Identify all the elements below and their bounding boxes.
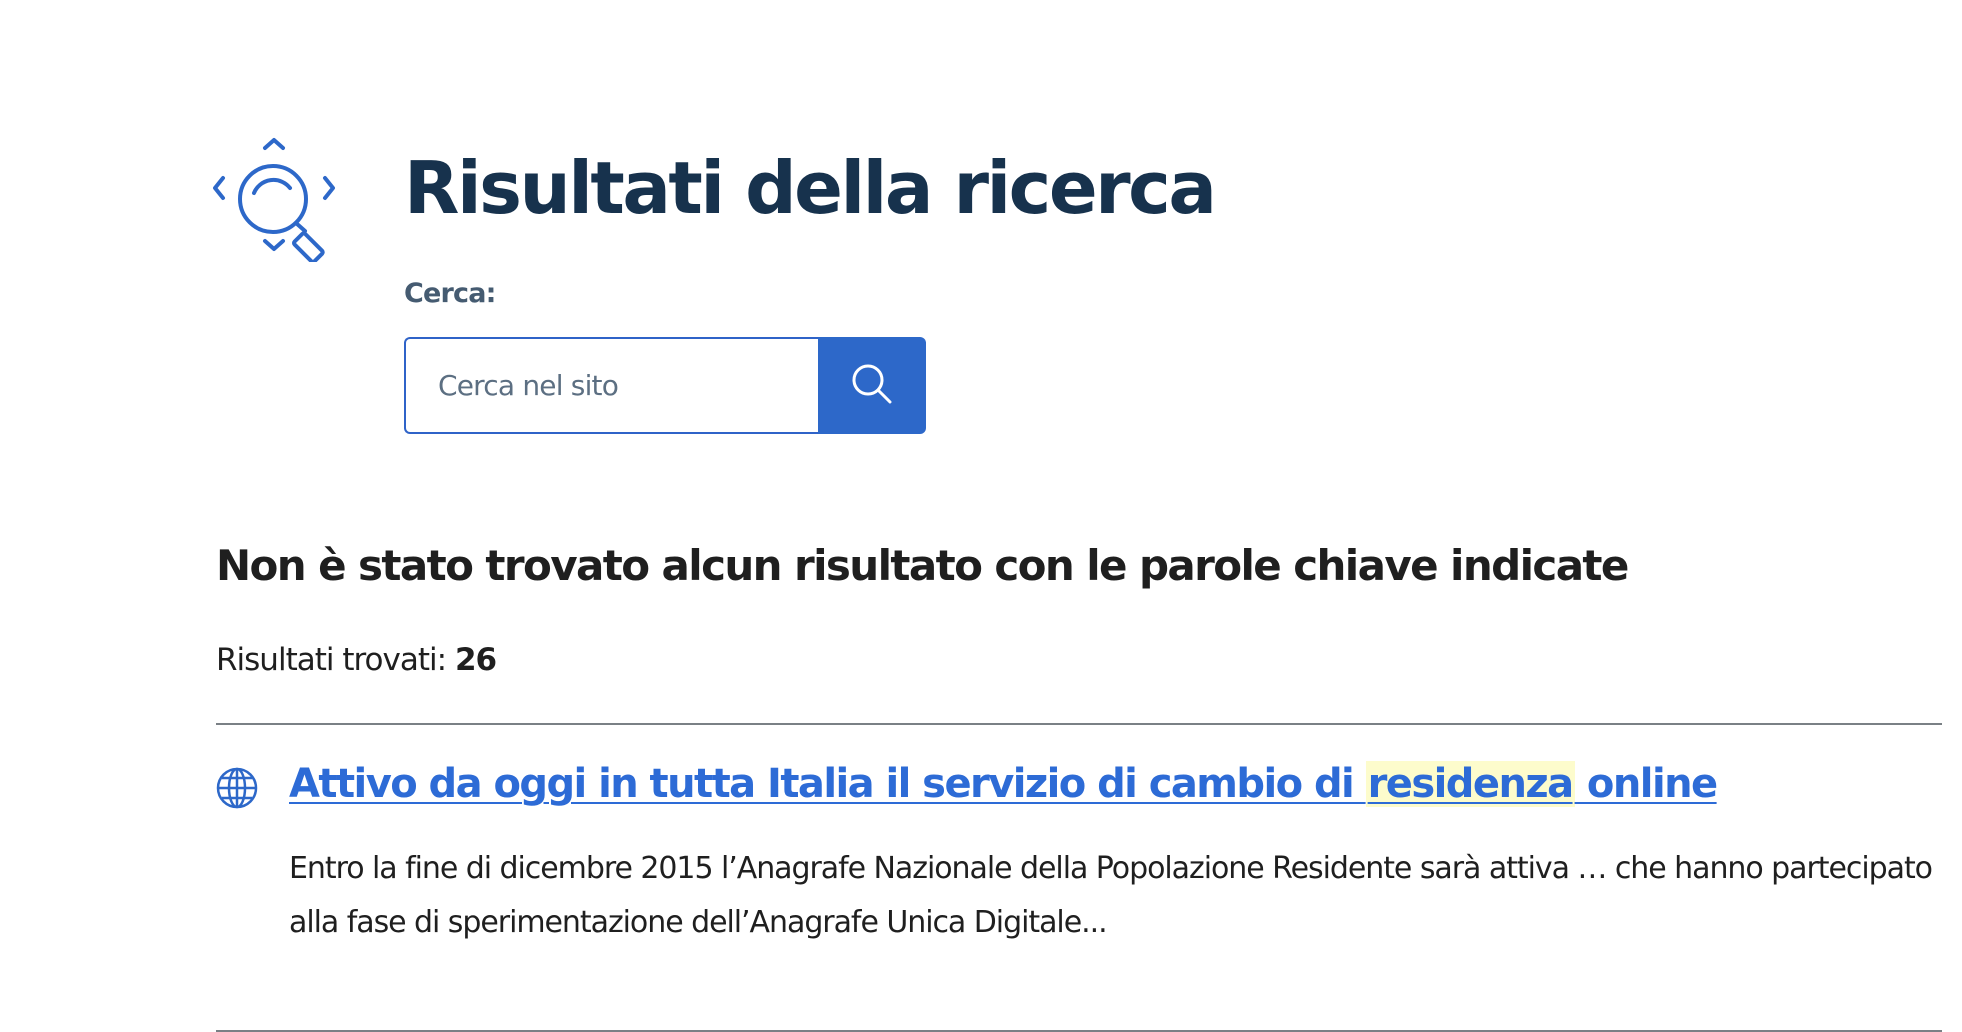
search-arrows-icon bbox=[212, 136, 340, 265]
result-title-text-end: online bbox=[1574, 761, 1718, 807]
search-form bbox=[404, 337, 926, 434]
page-title: Risultati della ricerca bbox=[404, 146, 1217, 230]
search-icon bbox=[850, 362, 894, 409]
search-term-highlight: residenza bbox=[1365, 761, 1575, 807]
results-count-label: Risultati trovati: bbox=[216, 642, 447, 678]
globe-icon bbox=[216, 767, 258, 809]
divider bbox=[216, 723, 1942, 725]
search-input[interactable] bbox=[404, 337, 818, 434]
no-results-message: Non è stato trovato alcun risultato con … bbox=[216, 541, 1629, 590]
search-label: Cerca: bbox=[404, 278, 496, 309]
result-title-text: Attivo da oggi in tutta Italia il serviz… bbox=[289, 761, 1366, 807]
results-count: Risultati trovati: 26 bbox=[216, 642, 497, 678]
result-title-link[interactable]: Attivo da oggi in tutta Italia il serviz… bbox=[289, 756, 1718, 812]
results-count-value: 26 bbox=[454, 642, 497, 678]
search-button[interactable] bbox=[818, 337, 926, 434]
result-excerpt: Entro la fine di dicembre 2015 l’Anagraf… bbox=[289, 851, 1933, 940]
